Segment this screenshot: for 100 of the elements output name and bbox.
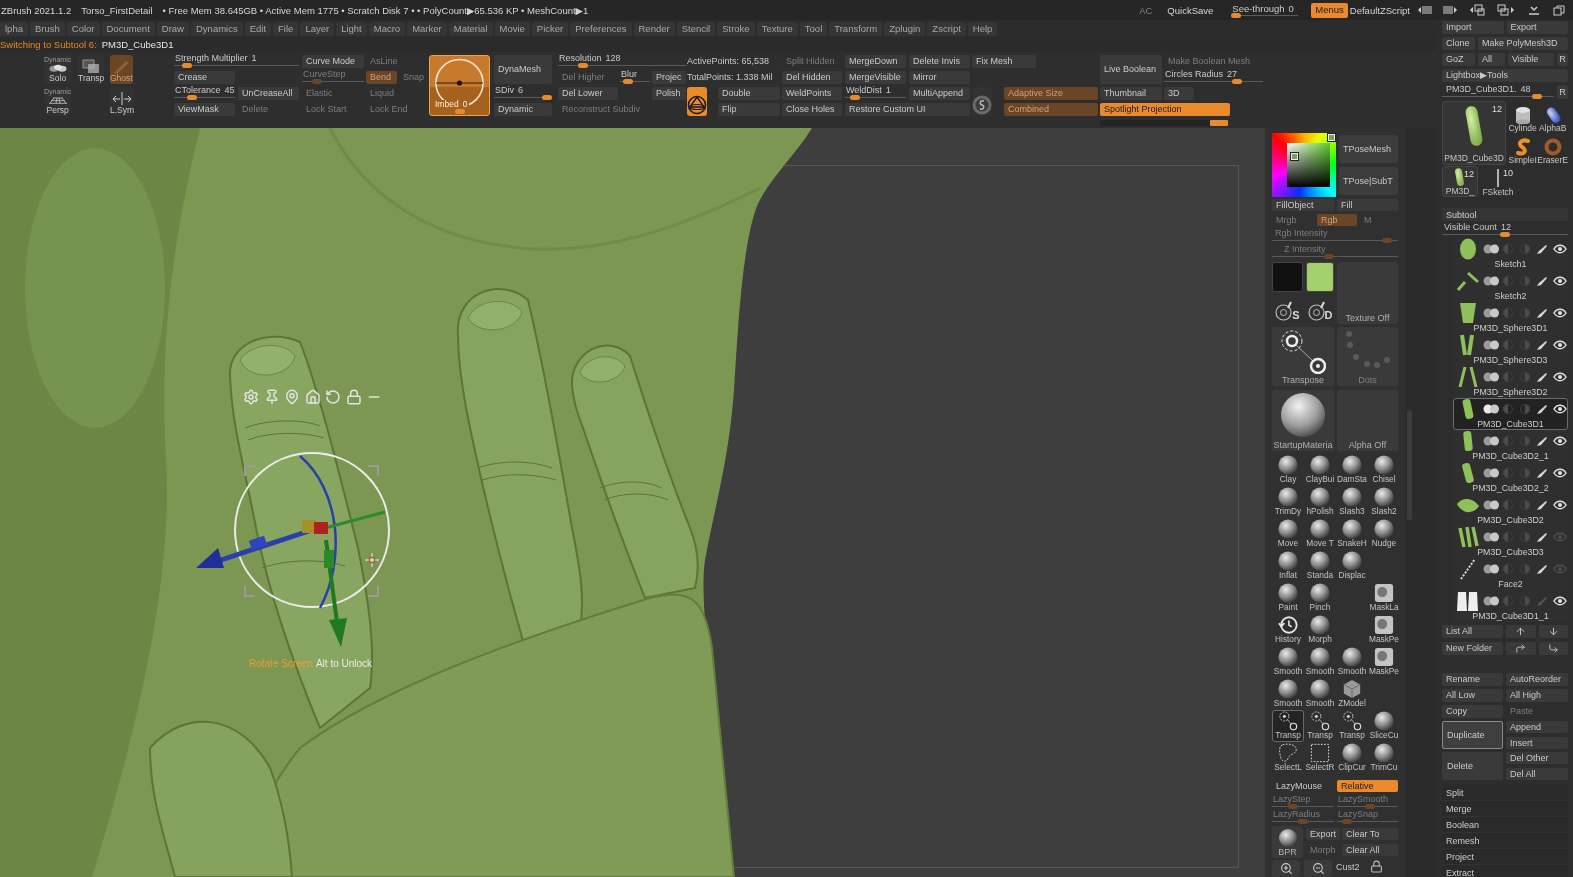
subtool-header[interactable]: Subtool [1442, 208, 1568, 221]
menu-item[interactable]: File [273, 21, 299, 36]
brush-button[interactable]: Move [1272, 518, 1304, 550]
zoom-in-button[interactable] [1272, 860, 1300, 877]
slider-track[interactable] [1164, 79, 1263, 84]
toolbar-button[interactable]: Double [718, 87, 780, 100]
move-down-button[interactable] [1538, 625, 1568, 638]
slider-thumb[interactable] [850, 95, 861, 100]
menu-item[interactable]: Document [101, 21, 155, 36]
slider-thumb[interactable] [542, 95, 552, 100]
brush-button[interactable]: MaskLa [1368, 582, 1400, 614]
toggle-circles-icon[interactable] [1483, 372, 1500, 382]
brush-icon[interactable] [1536, 467, 1548, 479]
tool-button[interactable]: GoZ [1442, 53, 1475, 66]
tool-button[interactable]: Make PolyMesh3D [1478, 37, 1568, 50]
brush-button[interactable]: Displac [1336, 550, 1368, 582]
menu-item[interactable]: Tool [799, 21, 828, 36]
menu-item[interactable]: Picker [531, 21, 569, 36]
subtool-action-button[interactable]: Copy [1442, 705, 1503, 718]
slider-thumb[interactable] [1231, 79, 1242, 84]
menu-item[interactable]: Marker [407, 21, 447, 36]
toggle-circles-icon[interactable] [1483, 276, 1500, 286]
brush-button[interactable]: DamSta [1336, 454, 1368, 486]
menu-item[interactable]: Dynamics [191, 21, 243, 36]
morph-button[interactable]: Export [1306, 828, 1340, 840]
brush-button[interactable]: Paint [1272, 582, 1304, 614]
scrollbar-thumb[interactable] [1210, 120, 1228, 126]
brush-button[interactable]: SnakeH [1336, 518, 1368, 550]
brush-button[interactable]: Transp [1272, 710, 1304, 742]
menu-item[interactable]: Layer [300, 21, 335, 36]
symmetry-button[interactable]: L.Sym [110, 87, 135, 116]
menu-item[interactable]: Light [336, 21, 367, 36]
brush-button[interactable]: Slash2 [1368, 486, 1400, 518]
slider-track[interactable] [174, 63, 299, 68]
toggle-circles-icon[interactable] [1483, 468, 1500, 478]
texture-tile[interactable]: Texture Off [1337, 262, 1398, 324]
toolbar-button[interactable]: WeldPoints [782, 87, 842, 100]
menu-item[interactable]: Draw [156, 21, 189, 36]
fill-button[interactable]: FillObject [1272, 199, 1334, 211]
brush-button[interactable]: SliceCu [1368, 710, 1400, 742]
toolbar-button[interactable]: Live Boolean [1100, 55, 1162, 84]
slider-track[interactable] [494, 95, 552, 100]
brush-icon[interactable] [1536, 435, 1548, 447]
brush-button[interactable]: Smooth [1272, 646, 1304, 678]
toolbar-button[interactable]: Flip [718, 103, 780, 116]
color-swatch-icon[interactable] [1272, 262, 1303, 292]
stroke-mode-button[interactable]: D [1306, 295, 1334, 321]
color-swatch-icon[interactable] [1306, 262, 1334, 292]
toolbar-button[interactable]: DynaMesh [494, 55, 552, 84]
menu-item[interactable]: Movie [494, 21, 530, 36]
toolbar-button[interactable]: Polish [652, 87, 686, 100]
material-tile[interactable]: StartupMateria [1272, 390, 1334, 451]
slider-thumb[interactable] [578, 63, 589, 68]
brush-icon[interactable] [1536, 499, 1548, 511]
toolbar-button[interactable]: Thumbnail [1100, 87, 1162, 100]
brush-button[interactable]: Slash3 [1336, 486, 1368, 518]
tool-thumbnail[interactable]: 10 FSketch [1480, 166, 1516, 197]
brush-button[interactable]: TrimCu [1368, 742, 1400, 774]
reset-button[interactable]: R [1557, 85, 1568, 99]
brush-button[interactable]: MaskPe [1368, 614, 1400, 646]
toolbar-button[interactable]: Projec [652, 71, 686, 84]
disc-button[interactable] [972, 87, 992, 116]
toolbar-button[interactable]: Fix Mesh [972, 55, 1036, 68]
brush-icon[interactable] [1536, 563, 1548, 575]
slider-thumb[interactable] [1531, 94, 1542, 99]
alpha-tile[interactable]: Alpha Off [1337, 390, 1398, 451]
toolbar-button[interactable]: Restore Custom UI [845, 103, 970, 116]
brush-icon[interactable] [1536, 531, 1548, 543]
tool-thumbnail[interactable]: 12 PM3D_Cube3D [1442, 101, 1506, 165]
menu-item[interactable]: Zplugin [884, 21, 926, 36]
shade-square[interactable] [1287, 143, 1330, 187]
menu-item[interactable]: Brush [29, 21, 65, 36]
brush-button[interactable]: Nudge [1368, 518, 1400, 550]
menu-item[interactable]: Edit [244, 21, 272, 36]
brush-icon[interactable] [1536, 275, 1548, 287]
brush-icon[interactable] [1536, 339, 1548, 351]
toolbar-button[interactable]: Del Lower [558, 87, 618, 100]
minimize-icon[interactable] [1528, 5, 1540, 15]
windows-right-icon[interactable] [1497, 4, 1514, 16]
toggle-circles-icon[interactable] [1483, 532, 1500, 542]
toolbar-button[interactable]: ViewMask [174, 103, 235, 116]
toolbar-button[interactable]: Dynamic [494, 103, 552, 116]
toggle-circles-icon[interactable] [1483, 436, 1500, 446]
brush-button[interactable]: History [1272, 614, 1304, 646]
rotate-icon[interactable] [325, 389, 341, 405]
brush-button[interactable]: Smooth [1272, 678, 1304, 710]
title-button[interactable]: DefaultZScript [1349, 4, 1410, 16]
color-picker[interactable] [1272, 133, 1336, 197]
slider-track[interactable] [1231, 13, 1299, 18]
slider-thumb[interactable] [1500, 232, 1510, 237]
tool-thumbnail[interactable]: EraserE [1537, 133, 1568, 165]
brush-button[interactable]: Transp [1336, 710, 1368, 742]
expand-bars-icon[interactable] [1443, 5, 1457, 15]
menu-item[interactable]: Help [967, 21, 998, 36]
tool-button[interactable]: All [1478, 53, 1505, 66]
slider-thumb[interactable] [182, 63, 193, 68]
tpose-button[interactable]: TPose|SubT [1339, 167, 1398, 195]
menus-button[interactable]: Menus [1311, 2, 1348, 18]
slider-track[interactable] [174, 95, 235, 100]
brush-button[interactable]: Morph [1304, 614, 1336, 646]
